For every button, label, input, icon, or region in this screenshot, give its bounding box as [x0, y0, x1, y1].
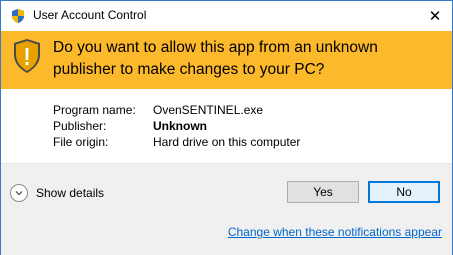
close-button[interactable]: ✕: [418, 1, 452, 31]
publisher-label: Publisher:: [53, 119, 107, 133]
program-name-label: Program name:: [53, 103, 136, 117]
file-origin-label: File origin:: [53, 135, 109, 149]
publisher-value: Unknown: [153, 119, 207, 133]
no-button[interactable]: No: [368, 181, 440, 203]
show-details-toggle[interactable]: Show details: [10, 184, 104, 202]
dialog-footer: Show details Yes No Change when these no…: [1, 163, 452, 255]
uac-shield-icon: [10, 8, 26, 24]
warning-banner: Do you want to allow this app from an un…: [1, 31, 452, 89]
program-details: Program name: OvenSENTINEL.exe Publisher…: [53, 102, 300, 150]
title-bar: User Account Control ✕: [1, 1, 452, 31]
file-origin-row: File origin: Hard drive on this computer: [53, 134, 300, 150]
window-title: User Account Control: [33, 8, 147, 22]
file-origin-value: Hard drive on this computer: [153, 135, 301, 149]
close-icon: ✕: [428, 8, 442, 25]
change-notifications-link[interactable]: Change when these notifications appear: [228, 225, 442, 239]
program-name-row: Program name: OvenSENTINEL.exe: [53, 102, 300, 118]
yes-button[interactable]: Yes: [287, 181, 359, 203]
publisher-row: Publisher: Unknown: [53, 118, 300, 134]
uac-question: Do you want to allow this app from an un…: [53, 39, 378, 78]
program-name-value: OvenSENTINEL.exe: [153, 103, 264, 117]
show-details-label: Show details: [36, 186, 105, 200]
chevron-down-icon: [10, 184, 28, 202]
uac-shield-icon: [12, 38, 42, 74]
uac-dialog: User Account Control ✕ Do you want to al…: [0, 0, 453, 255]
